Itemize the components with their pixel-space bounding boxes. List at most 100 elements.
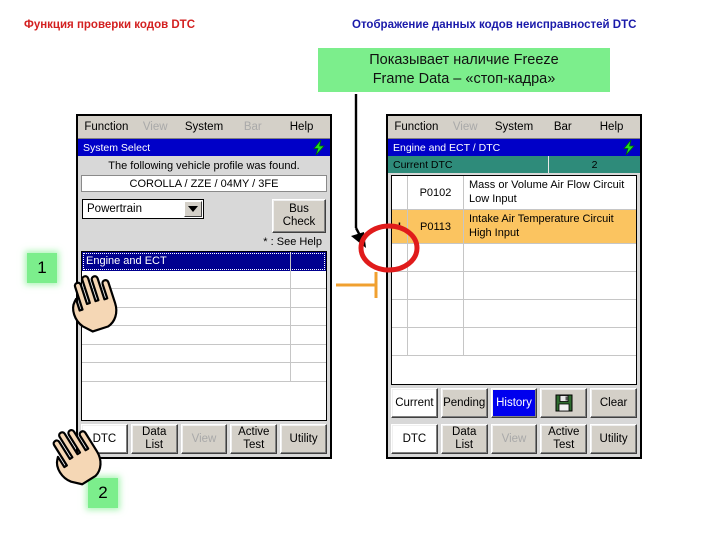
list-item-col2 — [290, 344, 326, 362]
mode-button-pending[interactable]: Pending — [440, 388, 488, 418]
hand-cursor-icon-2 — [52, 429, 102, 486]
left-menu-help[interactable]: Help — [277, 121, 326, 133]
right-button-utility[interactable]: Utility — [590, 424, 637, 454]
list-item-col2 — [290, 270, 326, 288]
lightning-bolt-icon — [623, 140, 635, 155]
freeze-frame-flag — [392, 300, 408, 327]
right-menu-system[interactable]: System — [490, 121, 539, 133]
list-item[interactable] — [82, 363, 326, 382]
system-dropdown-value: Powertrain — [87, 203, 142, 215]
clear-button-label: Clear — [599, 396, 628, 409]
freeze-frame-flag — [392, 272, 408, 299]
right-button-utility-label: Utility — [599, 432, 628, 445]
vehicle-profile-message: The following vehicle profile was found. — [108, 160, 300, 172]
dtc-display-window: Function View System Bar Help Engine and… — [386, 114, 642, 459]
clear-button[interactable]: Clear — [590, 388, 637, 418]
right-bottom-button-row: DTC Data List View Active Test Utility — [388, 421, 640, 457]
left-menu-bar: Function View System Bar Help — [78, 116, 330, 139]
list-item[interactable]: Engine and ECT — [82, 252, 326, 271]
right-title-bar: Engine and ECT / DTC — [388, 139, 640, 156]
left-button-utility[interactable]: Utility — [280, 424, 327, 454]
freeze-frame-flag — [392, 176, 408, 209]
dtc-table[interactable]: P0102 Mass or Volume Air Flow Circuit Lo… — [391, 175, 637, 385]
left-bottom-button-row: DTC Data List View Active Test Utility — [78, 421, 330, 457]
list-item-col2 — [290, 307, 326, 325]
list-item-col2 — [290, 363, 326, 381]
dtc-description — [464, 300, 636, 327]
left-window-title: System Select — [83, 141, 151, 154]
freeze-frame-callout: Показывает наличие Freeze Frame Data – «… — [318, 48, 610, 92]
right-button-active-test-l1: Active — [548, 426, 580, 438]
freeze-frame-flag: ! — [392, 210, 408, 243]
system-dropdown[interactable]: Powertrain — [82, 199, 204, 219]
list-item-col2 — [290, 326, 326, 344]
mode-button-history-label: History — [496, 396, 532, 409]
right-menu-help[interactable]: Help — [587, 121, 636, 133]
dtc-description — [464, 328, 636, 355]
table-row[interactable]: ! P0113 Intake Air Temperature Circuit H… — [392, 210, 636, 244]
left-button-utility-label: Utility — [289, 432, 318, 445]
left-button-active-test[interactable]: Active Test — [230, 424, 278, 454]
save-button[interactable] — [540, 388, 588, 418]
list-item-col2 — [290, 252, 326, 271]
freeze-frame-flag — [392, 328, 408, 355]
current-dtc-label: Current DTC — [393, 158, 453, 171]
list-item-label: Engine and ECT — [86, 255, 167, 268]
right-button-active-test-l2: Test — [553, 439, 575, 451]
bus-check-line-2: Check — [282, 216, 316, 228]
list-item[interactable] — [82, 344, 326, 363]
left-menu-bar: Bar — [243, 121, 262, 133]
step-badge-1: 1 — [27, 253, 57, 283]
right-button-data-list-l2: List — [455, 439, 474, 451]
right-menu-bar[interactable]: Bar — [538, 121, 587, 133]
dtc-code — [408, 244, 464, 271]
floppy-save-icon — [555, 394, 573, 412]
see-help-note: * : See Help — [263, 236, 322, 248]
lightning-bolt-icon — [313, 140, 325, 155]
dtc-description: Intake Air Temperature Circuit High Inpu… — [469, 213, 614, 239]
dtc-description: Mass or Volume Air Flow Circuit Low Inpu… — [469, 179, 625, 205]
right-button-dtc-label: DTC — [402, 432, 427, 445]
dtc-code — [408, 328, 464, 355]
left-button-data-list-l1: Data — [142, 426, 167, 438]
mode-button-current[interactable]: Current — [391, 388, 438, 418]
left-caption: Функция проверки кодов DTC — [24, 19, 196, 31]
left-button-active-test-l2: Test — [243, 439, 265, 451]
right-button-data-list-l1: Data — [452, 426, 477, 438]
bus-check-line-1: Bus — [289, 203, 309, 215]
right-button-view-label: View — [501, 432, 527, 445]
left-button-data-list[interactable]: Data List — [130, 424, 178, 454]
table-row — [392, 272, 636, 300]
chevron-down-icon[interactable] — [184, 201, 202, 217]
table-row — [392, 300, 636, 328]
right-button-view: View — [490, 424, 538, 454]
callout-line-2: Frame Data – «стоп-кадра» — [372, 71, 556, 87]
dtc-mode-button-row: Current Pending History Clear — [388, 385, 640, 421]
mode-button-current-label: Current — [395, 396, 434, 409]
right-menu-function[interactable]: Function — [392, 121, 441, 133]
dtc-description — [464, 244, 636, 271]
system-select-controls: Powertrain Bus Check — [78, 192, 330, 233]
mode-button-pending-label: Pending — [443, 396, 486, 409]
right-button-active-test[interactable]: Active Test — [540, 424, 588, 454]
table-row[interactable]: P0102 Mass or Volume Air Flow Circuit Lo… — [392, 176, 636, 210]
right-button-data-list[interactable]: Data List — [440, 424, 488, 454]
dtc-code: P0113 — [408, 210, 464, 243]
current-dtc-count: 2 — [548, 156, 640, 173]
current-dtc-header: Current DTC 2 — [388, 156, 640, 173]
vehicle-profile-value: COROLLA / ZZE / 04MY / 3FE — [81, 175, 327, 192]
right-menu-view: View — [452, 121, 478, 133]
right-menu-bar: Function View System Bar Help — [388, 116, 640, 139]
left-menu-system[interactable]: System — [180, 121, 229, 133]
table-row — [392, 244, 636, 272]
dtc-description — [464, 272, 636, 299]
left-button-view-label: View — [191, 432, 217, 445]
bus-check-button[interactable]: Bus Check — [272, 199, 326, 233]
mode-button-history[interactable]: History — [490, 388, 538, 418]
left-button-view: View — [180, 424, 228, 454]
left-menu-function[interactable]: Function — [82, 121, 131, 133]
right-window-title: Engine and ECT / DTC — [393, 141, 501, 154]
right-button-dtc[interactable]: DTC — [391, 424, 438, 454]
left-button-data-list-l2: List — [145, 439, 164, 451]
left-menu-view: View — [142, 121, 168, 133]
